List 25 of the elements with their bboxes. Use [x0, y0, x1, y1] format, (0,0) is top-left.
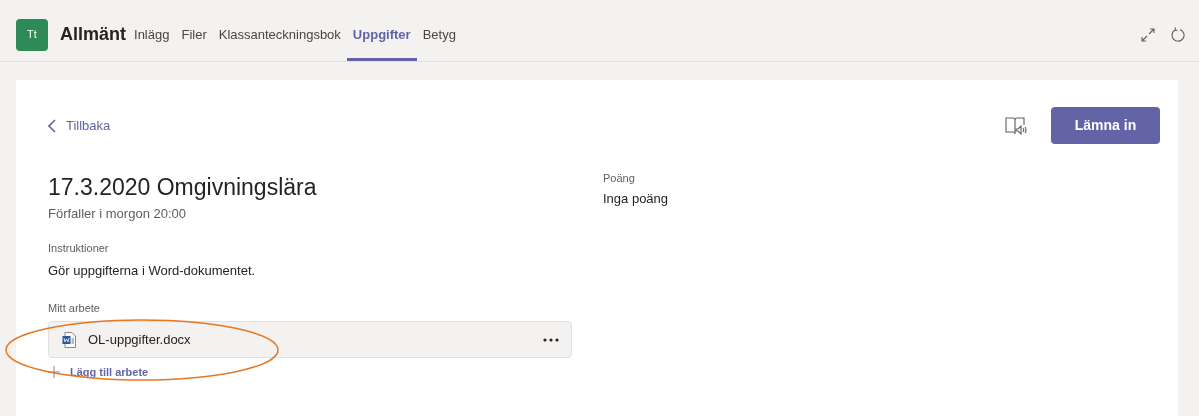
my-work-label: Mitt arbete — [48, 300, 101, 316]
submit-button[interactable]: Lämna in — [1051, 107, 1160, 144]
instructions-text: Gör uppgifterna i Word-dokumentet. — [48, 262, 257, 280]
word-file-icon — [62, 331, 76, 348]
channel-name: Allmänt — [60, 23, 126, 46]
channel-tab[interactable]: Betyg — [416, 8, 462, 61]
points-label: Poäng — [603, 171, 636, 186]
channel-tab[interactable]: Filer — [175, 8, 213, 61]
team-avatar: Tt — [16, 18, 48, 51]
channel-tab[interactable]: Inlägg — [128, 8, 176, 61]
file-attachment[interactable]: OL-uppgifter.docx — [48, 321, 572, 358]
points-value: Inga poäng — [603, 189, 669, 208]
back-link[interactable]: Tillbaka — [48, 115, 111, 136]
due-date: Förfaller i morgon 20:00 — [48, 205, 187, 223]
assignment-title: 17.3.2020 Omgivningslära — [48, 173, 318, 202]
more-options-icon[interactable] — [543, 337, 559, 342]
instructions-label: Instruktioner — [48, 240, 110, 256]
immersive-reader-icon[interactable] — [1005, 115, 1027, 136]
channel-tab[interactable]: Klassanteckningsbok — [212, 8, 347, 61]
back-chevron-icon — [48, 118, 56, 133]
file-name: OL-uppgifter.docx — [88, 330, 192, 349]
refresh-icon[interactable] — [1171, 27, 1185, 42]
plus-icon — [48, 366, 60, 379]
expand-icon[interactable] — [1141, 27, 1155, 42]
channel-tab[interactable]: Uppgifter — [346, 8, 417, 61]
